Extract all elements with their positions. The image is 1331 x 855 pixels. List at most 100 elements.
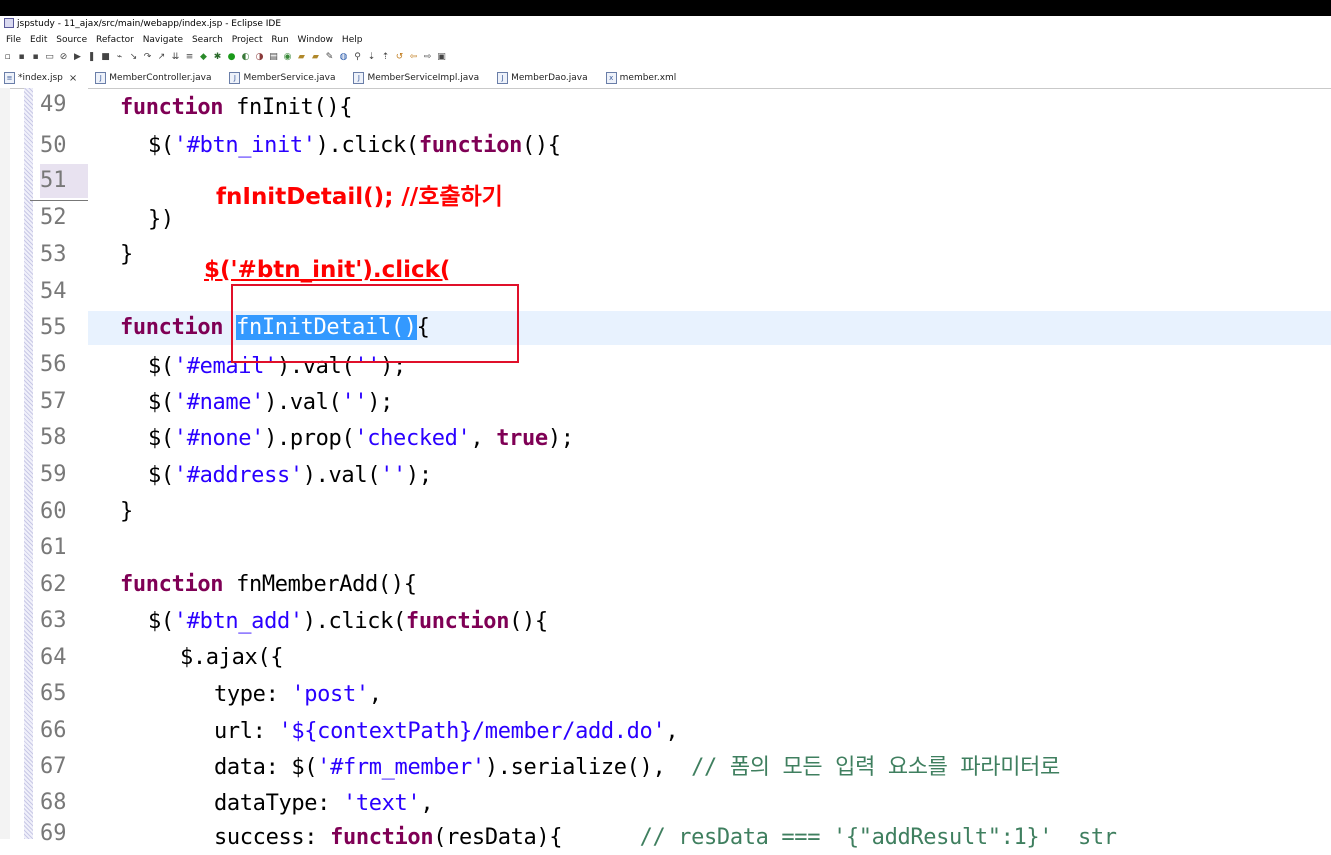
- code-text: dataType:: [214, 791, 343, 816]
- code-text: }: [120, 499, 133, 524]
- back-icon[interactable]: ⇦: [408, 52, 419, 62]
- open-type-icon[interactable]: ▰: [296, 52, 307, 62]
- code-line-58[interactable]: $('#none').prop('checked', true);: [148, 422, 574, 456]
- tab-label: member.xml: [619, 73, 677, 83]
- coverage-icon[interactable]: ◐: [240, 52, 251, 62]
- save-icon[interactable]: ▪: [16, 52, 27, 62]
- line-number: 58: [40, 425, 67, 450]
- pen-icon[interactable]: ✎: [324, 52, 335, 62]
- terminal-icon[interactable]: ▭: [44, 52, 55, 62]
- step-return-icon[interactable]: ↗: [156, 52, 167, 62]
- code-line-64[interactable]: $.ajax({: [180, 641, 284, 675]
- debug-icon[interactable]: ✱: [212, 52, 223, 62]
- string: '#btn_add': [173, 609, 303, 634]
- tab-member-xml[interactable]: x member.xml: [602, 72, 691, 88]
- menu-file[interactable]: File: [6, 35, 21, 45]
- run-icon[interactable]: ●: [226, 52, 237, 62]
- annotation-prev-icon[interactable]: ⇡: [380, 52, 391, 62]
- line-number: 69: [40, 821, 67, 846]
- menu-refactor[interactable]: Refactor: [96, 35, 134, 45]
- code-line-65[interactable]: type: 'post',: [214, 678, 382, 712]
- code-text: (){: [509, 609, 548, 634]
- step-into-icon[interactable]: ↘: [128, 52, 139, 62]
- resume-icon[interactable]: ▶: [72, 52, 83, 62]
- code-line-52[interactable]: }): [148, 203, 174, 237]
- menu-edit[interactable]: Edit: [30, 35, 47, 45]
- code-line-53[interactable]: }: [120, 238, 133, 272]
- suspend-icon[interactable]: ❚: [86, 52, 97, 62]
- close-icon[interactable]: ×: [69, 73, 77, 84]
- string: '#name': [173, 390, 265, 415]
- menu-project[interactable]: Project: [232, 35, 263, 45]
- menu-bar: File Edit Source Refactor Navigate Searc…: [0, 33, 1331, 48]
- use-step-filters-icon[interactable]: ≡: [184, 52, 195, 62]
- code-line-67[interactable]: data: $('#frm_member').serialize(), // 폼…: [214, 751, 1060, 785]
- code-text: }: [120, 242, 133, 267]
- servers-icon[interactable]: ◆: [198, 52, 209, 62]
- string: 'text': [342, 791, 421, 816]
- menu-search[interactable]: Search: [192, 35, 223, 45]
- code-line-62[interactable]: function fnMemberAdd(){: [120, 568, 417, 602]
- code-text: ).prop(: [264, 426, 355, 451]
- java-file-icon: J: [229, 72, 241, 84]
- search-icon[interactable]: ⚲: [352, 52, 363, 62]
- code-line-59[interactable]: $('#address').val('');: [148, 459, 432, 493]
- open-task-icon[interactable]: ▰: [310, 52, 321, 62]
- annotation-next-icon[interactable]: ⇣: [366, 52, 377, 62]
- code-line-66[interactable]: url: '${contextPath}/member/add.do',: [214, 715, 679, 749]
- line-divider: [30, 200, 88, 201]
- string: '#btn_init': [173, 133, 316, 158]
- menu-help[interactable]: Help: [342, 35, 363, 45]
- code-text: fnMemberAdd(){: [223, 572, 417, 597]
- code-line-63[interactable]: $('#btn_add').click(function(){: [148, 605, 548, 639]
- terminate-icon[interactable]: ■: [100, 52, 111, 62]
- menu-source[interactable]: Source: [56, 35, 87, 45]
- annotation-call-note: fnInitDetail(); //호출하기: [216, 184, 503, 210]
- code-line-49[interactable]: function fnInit(){: [120, 91, 352, 125]
- tab-label: MemberServiceImpl.java: [367, 73, 480, 83]
- code-text: $(: [148, 390, 174, 415]
- code-text: (resData){: [433, 825, 640, 850]
- external-tools-icon[interactable]: ◑: [254, 52, 265, 62]
- line-number: 67: [40, 754, 67, 779]
- menu-navigate[interactable]: Navigate: [143, 35, 183, 45]
- editor-tab-bar: ≡ *index.jsp × J MemberController.java J…: [0, 66, 1331, 89]
- globe-icon[interactable]: ◍: [338, 52, 349, 62]
- tab-index-jsp[interactable]: ≡ *index.jsp ×: [0, 72, 92, 88]
- code-text: fnInit(){: [223, 95, 353, 120]
- annotation-click-note: $('#btn_init').click(: [204, 257, 451, 283]
- open-perspective-icon[interactable]: ▣: [436, 52, 447, 62]
- new-icon[interactable]: ▫: [2, 52, 13, 62]
- tab-label: *index.jsp: [18, 73, 63, 83]
- code-line-57[interactable]: $('#name').val('');: [148, 386, 393, 420]
- disconnect-icon[interactable]: ⌁: [114, 52, 125, 62]
- tab-member-service-impl[interactable]: J MemberServiceImpl.java: [349, 72, 493, 88]
- code-text: data: $(: [214, 755, 318, 780]
- skip-breakpoints-icon[interactable]: ⊘: [58, 52, 69, 62]
- menu-window[interactable]: Window: [298, 35, 334, 45]
- keyword: function: [330, 825, 434, 850]
- code-line-60[interactable]: }: [120, 495, 133, 529]
- line-number: 68: [40, 790, 67, 815]
- save-all-icon[interactable]: ▪: [30, 52, 41, 62]
- drop-frame-icon[interactable]: ⇊: [170, 52, 181, 62]
- step-over-icon[interactable]: ↷: [142, 52, 153, 62]
- code-line-69[interactable]: success: function(resData){ // resData =…: [214, 821, 1117, 855]
- menu-run[interactable]: Run: [271, 35, 288, 45]
- code-text: $.ajax({: [180, 645, 284, 670]
- last-edit-icon[interactable]: ↺: [394, 52, 405, 62]
- code-text: $(: [148, 426, 174, 451]
- string: '#none': [173, 426, 265, 451]
- code-text: $(: [148, 133, 174, 158]
- code-text: );: [405, 463, 432, 488]
- code-line-50[interactable]: $('#btn_init').click(function(){: [148, 129, 561, 163]
- tab-member-service[interactable]: J MemberService.java: [225, 72, 349, 88]
- code-line-68[interactable]: dataType: 'text',: [214, 787, 434, 821]
- string: '#frm_member': [317, 755, 485, 780]
- tab-member-dao[interactable]: J MemberDao.java: [493, 72, 602, 88]
- string: 'checked': [354, 426, 471, 451]
- new-java-class-icon[interactable]: ◉: [282, 52, 293, 62]
- new-server-icon[interactable]: ▤: [268, 52, 279, 62]
- tab-member-controller[interactable]: J MemberController.java: [91, 72, 225, 88]
- forward-icon[interactable]: ⇨: [422, 52, 433, 62]
